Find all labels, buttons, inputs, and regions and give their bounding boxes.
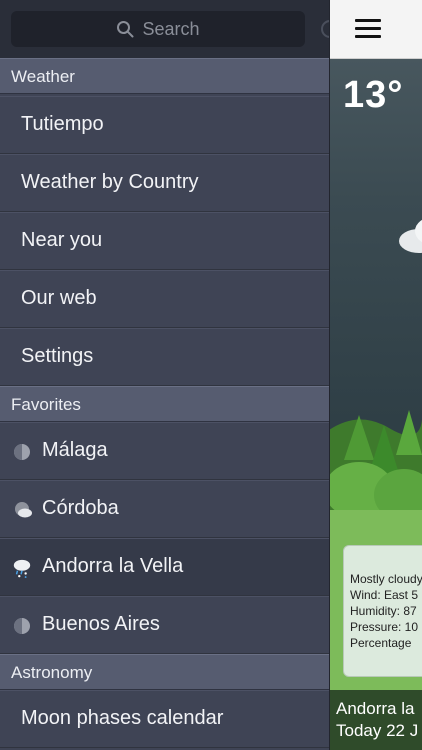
favorite-label: Córdoba [42,497,119,519]
partly-cloudy-icon [15,502,32,518]
forecast-date: Today 22 J [336,721,419,740]
section-header-astronomy: Astronomy [0,654,329,690]
weather-details-card: Mostly cloudy Wind: East 5 Humidity: 87 … [343,545,422,677]
current-temperature: 13° [343,74,404,116]
favorite-label: Andorra la Vella [42,555,184,577]
percentage-text: Percentage [350,636,412,650]
section-title: Astronomy [11,663,93,682]
location-footer: Andorra la Today 22 J [329,690,422,750]
favorite-label: Buenos Aires [42,613,160,635]
favorite-item-buenos-aires[interactable]: Buenos Aires [0,596,329,654]
top-navigation-bar [329,0,422,59]
hamburger-menu-icon[interactable] [355,19,381,39]
side-menu-drawer: Search Weather Tutiempo Weather by Count… [0,0,330,750]
menu-item-label: Moon phases calendar [21,707,224,729]
sun-dim-icon [14,618,30,634]
menu-item-label: Settings [21,345,94,367]
menu-item-label: Near you [21,229,103,251]
menu-item-our-web[interactable]: Our web [0,270,329,328]
pressure-text: Pressure: 10 [350,620,419,634]
section-header-favorites: Favorites [0,386,329,422]
snow-rain-icon [13,559,31,578]
menu-item-near-you[interactable]: Near you [0,212,329,270]
location-name: Andorra la [336,699,415,718]
favorite-label: Málaga [42,439,108,461]
cloud-icon [399,219,422,253]
condition-text: Mostly cloudy [350,572,422,586]
section-title: Favorites [11,395,81,414]
favorite-item-malaga[interactable]: Málaga [0,422,329,480]
menu-item-moon-phases-calendar[interactable]: Moon phases calendar [0,690,329,748]
menu-item-label: Our web [21,287,97,309]
search-input[interactable]: Search [11,11,305,47]
section-header-weather: Weather [0,58,329,94]
wind-text: Wind: East 5 [350,588,419,602]
menu-item-settings[interactable]: Settings [0,328,329,386]
sun-dim-icon [14,444,30,460]
favorite-item-andorra-la-vella[interactable]: Andorra la Vella [0,538,329,596]
menu-item-weather-by-country[interactable]: Weather by Country [0,154,329,212]
favorite-item-cordoba[interactable]: Córdoba [0,480,329,538]
menu-item-label: Tutiempo [21,113,104,135]
menu-item-label: Weather by Country [21,171,199,193]
weather-content-panel: 13° Mostly cloudy Wind: East 5 Humidity:… [329,0,422,750]
search-bar: Search [0,0,329,58]
search-placeholder: Search [142,18,200,39]
search-icon [321,20,329,38]
section-title: Weather [11,67,75,86]
menu-item-tutiempo[interactable]: Tutiempo [0,96,329,154]
search-icon [117,21,134,38]
humidity-text: Humidity: 87 [350,604,417,618]
